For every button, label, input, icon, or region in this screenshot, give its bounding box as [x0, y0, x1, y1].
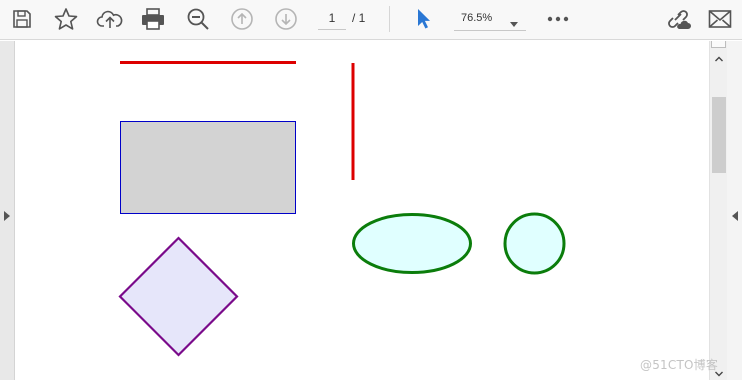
share-link-icon[interactable] — [663, 4, 693, 34]
scroll-split-handle[interactable] — [711, 41, 726, 48]
scroll-thumb[interactable] — [712, 97, 726, 173]
right-panel-toggle[interactable] — [727, 41, 742, 380]
cloud-upload-icon[interactable] — [95, 4, 125, 34]
chevron-down-icon — [510, 15, 518, 33]
watermark-text: @51CTO博客 — [640, 358, 719, 372]
zoom-value: 76.5% — [461, 12, 493, 24]
chevron-left-icon — [732, 208, 738, 226]
previous-page-icon[interactable] — [227, 4, 257, 34]
email-icon[interactable] — [705, 4, 735, 34]
vertical-scrollbar[interactable] — [709, 41, 727, 380]
zoom-out-icon[interactable] — [183, 4, 213, 34]
print-icon[interactable] — [138, 4, 168, 34]
diamond-shape — [118, 236, 239, 357]
scroll-up-icon[interactable] — [710, 50, 727, 67]
document-page — [15, 41, 709, 380]
zoom-select[interactable]: 76.5% — [454, 6, 526, 31]
save-icon[interactable] — [7, 4, 37, 34]
current-page-input[interactable]: 1 — [318, 6, 346, 30]
star-icon[interactable] — [51, 4, 81, 34]
page-total: / 1 — [352, 11, 366, 25]
document-drawing — [118, 61, 566, 357]
circle-shape — [503, 212, 566, 275]
toolbar: 1 / 1 76.5% — [0, 0, 742, 40]
ellipse-shape — [352, 213, 472, 274]
toolbar-divider — [389, 6, 390, 32]
rectangle-shape — [120, 121, 296, 214]
chevron-right-icon — [4, 208, 10, 226]
select-pointer-icon[interactable] — [408, 4, 438, 34]
more-icon[interactable] — [543, 4, 573, 34]
next-page-icon[interactable] — [271, 4, 301, 34]
left-panel-toggle[interactable] — [0, 41, 15, 380]
